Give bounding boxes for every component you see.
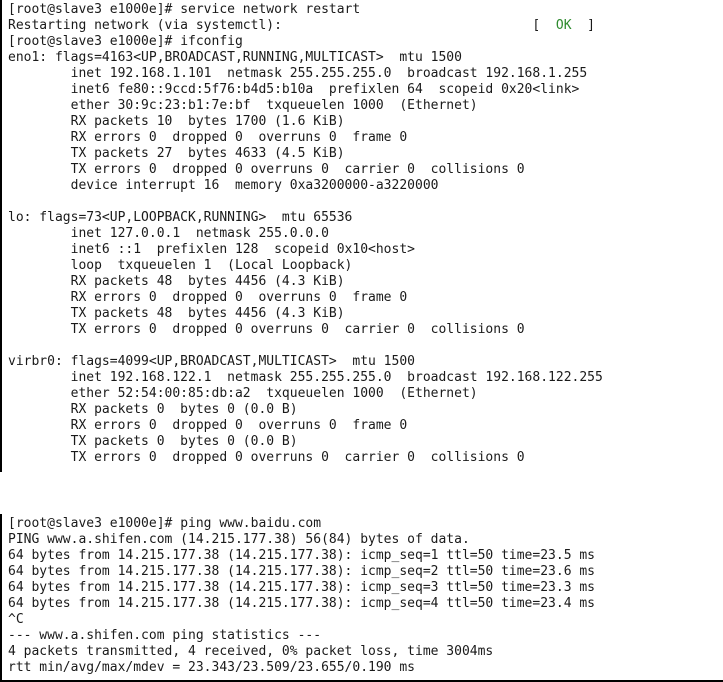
restart-status-line: Restarting network (via systemctl): [ OK… xyxy=(8,18,595,33)
output-line: inet6 ::1 prefixlen 128 scopeid 0x10<hos… xyxy=(8,242,415,257)
output-line: RX errors 0 dropped 0 overruns 0 frame 0 xyxy=(8,290,407,305)
output-line: inet 127.0.0.1 netmask 255.0.0.0 xyxy=(8,226,329,241)
output-line: device interrupt 16 memory 0xa3200000-a3… xyxy=(8,178,438,193)
output-line: RX packets 10 bytes 1700 (1.6 KiB) xyxy=(8,114,345,129)
output-line: RX packets 48 bytes 4456 (4.3 KiB) xyxy=(8,274,345,289)
panel-gap xyxy=(0,472,723,514)
command-ifconfig: ifconfig xyxy=(180,34,243,49)
output-line: TX packets 0 bytes 0 (0.0 B) xyxy=(8,434,298,449)
output-line: 64 bytes from 14.215.177.38 (14.215.177.… xyxy=(8,580,595,595)
output-line: rtt min/avg/max/mdev = 23.343/23.509/23.… xyxy=(8,660,415,675)
iface-eno1: eno1: flags=4163<UP,BROADCAST,RUNNING,MU… xyxy=(8,50,462,65)
shell-prompt: [root@slave3 e1000e]# xyxy=(8,2,180,17)
output-line: TX errors 0 dropped 0 overruns 0 carrier… xyxy=(8,162,525,177)
output-line: loop txqueuelen 1 (Local Loopback) xyxy=(8,258,352,273)
shell-prompt: [root@slave3 e1000e]# xyxy=(8,34,180,49)
output-line: TX packets 27 bytes 4633 (4.5 KiB) xyxy=(8,146,345,161)
output-line: 64 bytes from 14.215.177.38 (14.215.177.… xyxy=(8,596,595,611)
status-ok: OK xyxy=(556,18,572,33)
output-line: ether 30:9c:23:b1:7e:bf txqueuelen 1000 … xyxy=(8,98,478,113)
output-line: TX errors 0 dropped 0 overruns 0 carrier… xyxy=(8,450,525,465)
command-service-restart: service network restart xyxy=(180,2,360,17)
output-line: inet 192.168.122.1 netmask 255.255.255.0… xyxy=(8,370,603,385)
iface-lo: lo: flags=73<UP,LOOPBACK,RUNNING> mtu 65… xyxy=(8,210,352,225)
output-line: PING www.a.shifen.com (14.215.177.38) 56… xyxy=(8,532,470,547)
output-line: TX packets 48 bytes 4456 (4.3 KiB) xyxy=(8,306,345,321)
output-line: RX errors 0 dropped 0 overruns 0 frame 0 xyxy=(8,130,407,145)
terminal-session-ifconfig[interactable]: [root@slave3 e1000e]# service network re… xyxy=(0,0,723,472)
iface-virbr0: virbr0: flags=4099<UP,BROADCAST,MULTICAS… xyxy=(8,354,415,369)
terminal-session-ping[interactable]: [root@slave3 e1000e]# ping www.baidu.com… xyxy=(0,514,723,682)
output-line: ^C xyxy=(8,612,24,627)
output-line: ether 52:54:00:85:db:a2 txqueuelen 1000 … xyxy=(8,386,478,401)
output-line: inet 192.168.1.101 netmask 255.255.255.0… xyxy=(8,66,587,81)
output-line: TX errors 0 dropped 0 overruns 0 carrier… xyxy=(8,322,525,337)
output-line: inet6 fe80::9ccd:5f76:b4d5:b10a prefixle… xyxy=(8,82,579,97)
output-line: 64 bytes from 14.215.177.38 (14.215.177.… xyxy=(8,564,595,579)
shell-prompt: [root@slave3 e1000e]# xyxy=(8,516,180,531)
output-line: 64 bytes from 14.215.177.38 (14.215.177.… xyxy=(8,548,595,563)
output-line: --- www.a.shifen.com ping statistics --- xyxy=(8,628,321,643)
command-ping: ping www.baidu.com xyxy=(180,516,321,531)
output-line: RX errors 0 dropped 0 overruns 0 frame 0 xyxy=(8,418,407,433)
output-line: RX packets 0 bytes 0 (0.0 B) xyxy=(8,402,298,417)
